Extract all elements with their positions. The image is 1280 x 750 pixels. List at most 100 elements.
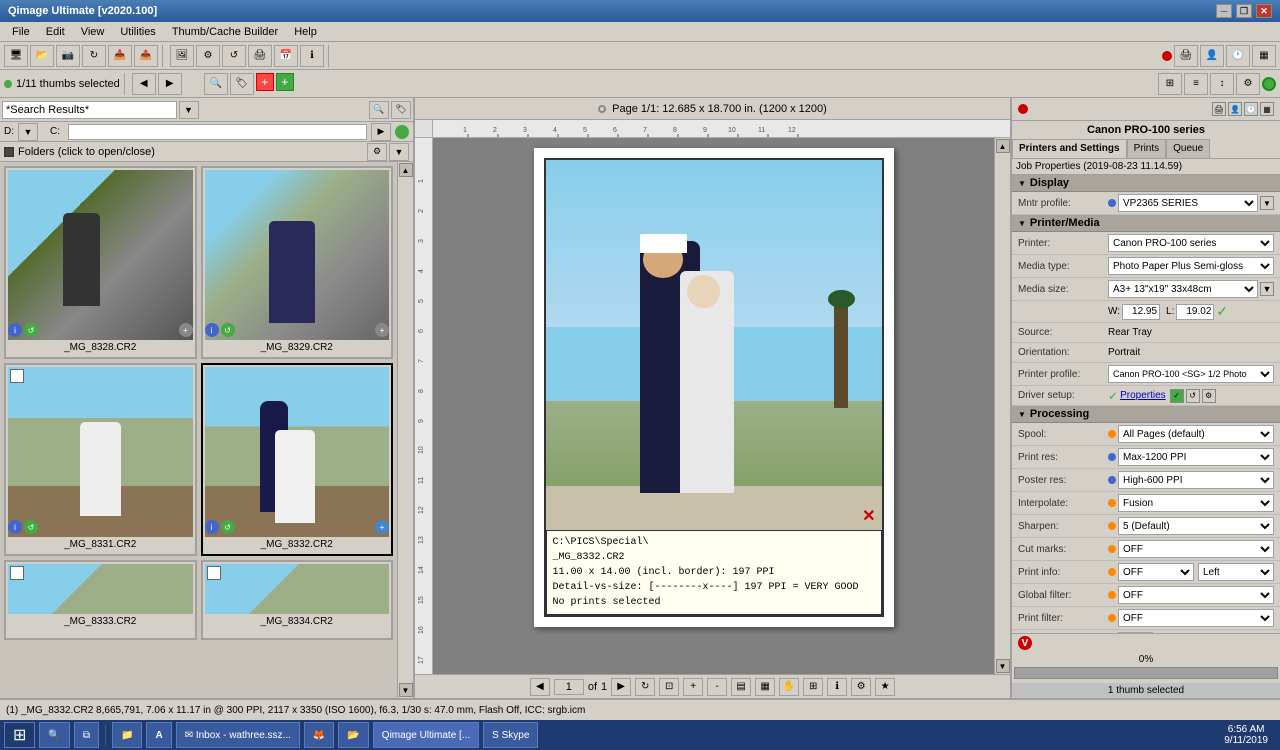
folder-settings[interactable]: ⚙: [367, 143, 387, 161]
scroll-up[interactable]: ▲: [399, 163, 413, 177]
tab-printers-settings[interactable]: Printers and Settings: [1012, 139, 1127, 158]
thumb-item-selected[interactable]: ✓ i ↺ +: [201, 363, 394, 556]
tb-open[interactable]: 📂: [30, 45, 54, 67]
nav-crop[interactable]: ⊞: [803, 678, 823, 696]
canvas-vscrollbar[interactable]: ▲ ▼: [994, 138, 1010, 674]
tab-queue[interactable]: Queue: [1166, 139, 1210, 158]
tb-sort[interactable]: ↕: [1210, 73, 1234, 95]
tb-view-list[interactable]: ≡: [1184, 73, 1208, 95]
mntr-select[interactable]: VP2365 SERIES: [1118, 194, 1258, 212]
firefox-btn[interactable]: 🦊: [304, 722, 334, 748]
nav-refresh[interactable]: ↻: [635, 678, 655, 696]
tb-calendar[interactable]: 📅: [274, 45, 298, 67]
print-res-select[interactable]: Max-1200 PPI: [1118, 448, 1274, 466]
menu-edit[interactable]: Edit: [38, 24, 73, 40]
tb-search[interactable]: 🔍: [204, 73, 228, 95]
tb-prev-page[interactable]: ◀: [132, 73, 156, 95]
print-info-select[interactable]: OFF: [1118, 563, 1194, 581]
right-icon2[interactable]: 👤: [1228, 102, 1242, 116]
nav-pan[interactable]: ✋: [779, 678, 799, 696]
menu-utilities[interactable]: Utilities: [112, 24, 163, 40]
menu-thumb-cache[interactable]: Thumb/Cache Builder: [164, 24, 286, 40]
menu-view[interactable]: View: [73, 24, 113, 40]
skype-btn[interactable]: S Skype: [483, 722, 538, 748]
tb-clock[interactable]: 🕐: [1226, 45, 1250, 67]
page-number-input[interactable]: [554, 679, 584, 695]
tb-icon2[interactable]: 👤: [1200, 45, 1224, 67]
tb-import[interactable]: 📥: [108, 45, 132, 67]
qimage-btn[interactable]: Qimage Ultimate [...: [373, 722, 479, 748]
tb-thumb[interactable]: 🖼: [170, 45, 194, 67]
tb-add-red[interactable]: +: [256, 73, 274, 91]
driver-icon1[interactable]: ✓: [1170, 389, 1184, 403]
mntr-dropdown[interactable]: ▼: [1260, 196, 1274, 210]
start-button[interactable]: ⊞: [4, 722, 35, 748]
tb-new[interactable]: 🖥: [4, 45, 28, 67]
nav-fit[interactable]: ⊡: [659, 678, 679, 696]
thumb-check[interactable]: [10, 369, 24, 383]
thumb-check[interactable]: [207, 566, 221, 580]
folder-dropdown[interactable]: ▼: [389, 143, 409, 161]
path-search-btn[interactable]: 🔍: [369, 101, 389, 119]
search-input[interactable]: [2, 101, 177, 119]
thumb-item[interactable]: _MG_8333.CR2: [4, 560, 197, 640]
tb-rotate[interactable]: ↺: [222, 45, 246, 67]
tb-add-green[interactable]: +: [276, 73, 294, 91]
tb-filter[interactable]: ⚙: [1236, 73, 1260, 95]
path-tag-btn[interactable]: 🏷: [391, 101, 411, 119]
print-info-align-select[interactable]: Left: [1198, 563, 1274, 581]
print-filter-select[interactable]: OFF: [1118, 609, 1274, 627]
titlebar-controls[interactable]: ─ ❐ ✕: [1216, 4, 1272, 18]
explorer2-btn[interactable]: 📂: [338, 722, 368, 748]
section-processing-header[interactable]: Processing: [1012, 406, 1280, 423]
tb-camera[interactable]: 📷: [56, 45, 80, 67]
global-filter-select[interactable]: OFF: [1118, 586, 1274, 604]
drive-d-dropdown[interactable]: ▼: [18, 123, 38, 141]
thumbs-scrollbar[interactable]: ▲ ▼: [397, 162, 413, 698]
tb-tag[interactable]: 🏷: [230, 73, 254, 95]
sharpen-select[interactable]: 5 (Default): [1118, 517, 1274, 535]
right-icon4[interactable]: ▦: [1260, 102, 1274, 116]
nav-extra[interactable]: ★: [875, 678, 895, 696]
search-dropdown[interactable]: ▼: [179, 101, 199, 119]
nav-prev[interactable]: ◀: [530, 678, 550, 696]
mail-btn[interactable]: ✉ Inbox - wathree.ssz...: [176, 722, 300, 748]
spool-select[interactable]: All Pages (default): [1118, 425, 1274, 443]
media-size-btn[interactable]: ▼: [1260, 282, 1274, 296]
tb-batch[interactable]: ⚙: [196, 45, 220, 67]
printer-select[interactable]: Canon PRO-100 series: [1108, 234, 1274, 252]
media-size-select[interactable]: A3+ 13"x19" 33x48cm: [1108, 280, 1258, 298]
taskview-btn[interactable]: ⧉: [74, 722, 99, 748]
tb-next-page[interactable]: ▶: [158, 73, 182, 95]
nav-view1[interactable]: ▤: [731, 678, 751, 696]
cut-marks-select[interactable]: OFF: [1118, 540, 1274, 558]
media-type-select[interactable]: Photo Paper Plus Semi-gloss: [1108, 257, 1274, 275]
interpolate-select[interactable]: Fusion: [1118, 494, 1274, 512]
nav-zoom-in[interactable]: +: [683, 678, 703, 696]
path-go-btn[interactable]: ▶: [371, 123, 391, 141]
right-icon1[interactable]: 🖨: [1212, 102, 1226, 116]
printer-profile-select[interactable]: Canon PRO-100 <SG> 1/2 Photo: [1108, 365, 1274, 383]
tb-info[interactable]: ℹ: [300, 45, 324, 67]
nav-info[interactable]: ℹ: [827, 678, 847, 696]
w-input[interactable]: [1122, 304, 1160, 320]
close-button[interactable]: ✕: [1256, 4, 1272, 18]
right-icon3[interactable]: 🕐: [1244, 102, 1258, 116]
tb-icon1[interactable]: 🖨: [1174, 45, 1198, 67]
file-explorer-btn[interactable]: 📁: [112, 722, 142, 748]
page-x-mark[interactable]: ✕: [862, 506, 875, 526]
nav-next[interactable]: ▶: [611, 678, 631, 696]
thumb-item[interactable]: i ↺ + _MG_8329.CR2: [201, 166, 394, 359]
canvas-scroll-down[interactable]: ▼: [996, 659, 1010, 673]
scroll-down[interactable]: ▼: [399, 683, 413, 697]
driver-icon2[interactable]: ↺: [1186, 389, 1200, 403]
search-taskbar[interactable]: 🔍: [39, 722, 69, 748]
tb-more[interactable]: ▦: [1252, 45, 1276, 67]
nav-more[interactable]: ⚙: [851, 678, 871, 696]
driver-icon3[interactable]: ⚙: [1202, 389, 1216, 403]
thumb-item[interactable]: _MG_8334.CR2: [201, 560, 394, 640]
thumb-item[interactable]: i ↺ _MG_8331.CR2: [4, 363, 197, 556]
path-input[interactable]: [68, 124, 367, 140]
restore-button[interactable]: ❐: [1236, 4, 1252, 18]
section-printer-media-header[interactable]: Printer/Media: [1012, 215, 1280, 232]
